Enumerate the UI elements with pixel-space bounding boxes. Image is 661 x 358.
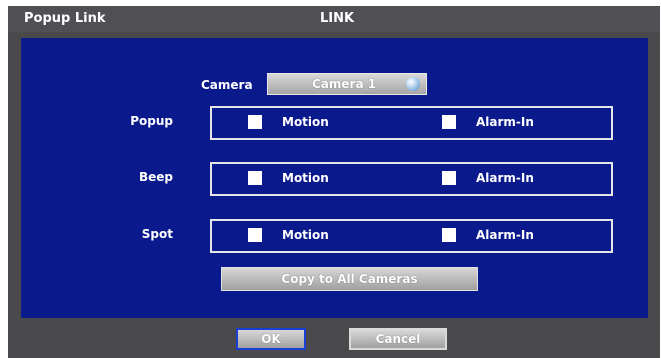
camera-select-value: Camera 1 <box>312 77 377 91</box>
beep-motion-checkbox[interactable] <box>248 171 262 185</box>
spot-alarm-in-label: Alarm-In <box>476 228 534 242</box>
spot-motion-label: Motion <box>282 228 329 242</box>
beep-row-label: Beep <box>138 170 173 184</box>
popup-motion-checkbox[interactable] <box>248 115 262 129</box>
settings-panel: Camera Camera 1 Popup Motion Alarm-In Be… <box>21 38 648 318</box>
dropdown-globe-icon <box>406 77 420 91</box>
beep-alarm-in-label: Alarm-In <box>476 171 534 185</box>
window-title: Popup Link <box>24 11 106 26</box>
copy-to-all-cameras-button[interactable]: Copy to All Cameras <box>221 267 478 291</box>
window-section-title: LINK <box>320 11 355 26</box>
popup-alarm-in-label: Alarm-In <box>476 115 534 129</box>
spot-row-label: Spot <box>141 227 173 241</box>
popup-options-group: Motion Alarm-In <box>210 106 613 140</box>
spot-alarm-in-checkbox[interactable] <box>442 228 456 242</box>
title-bar: Popup Link LINK <box>8 6 660 32</box>
popup-motion-label: Motion <box>282 115 329 129</box>
spot-motion-checkbox[interactable] <box>248 228 262 242</box>
camera-select[interactable]: Camera 1 <box>267 73 427 95</box>
popup-alarm-in-checkbox[interactable] <box>442 115 456 129</box>
beep-options-group: Motion Alarm-In <box>210 162 613 196</box>
spot-options-group: Motion Alarm-In <box>210 219 613 253</box>
cancel-button[interactable]: Cancel <box>349 328 447 350</box>
beep-alarm-in-checkbox[interactable] <box>442 171 456 185</box>
popup-link-window: Popup Link LINK Camera Camera 1 Popup Mo… <box>8 6 660 358</box>
ok-button[interactable]: OK <box>236 328 306 350</box>
popup-row-label: Popup <box>130 114 173 128</box>
camera-label: Camera <box>201 78 253 92</box>
beep-motion-label: Motion <box>282 171 329 185</box>
